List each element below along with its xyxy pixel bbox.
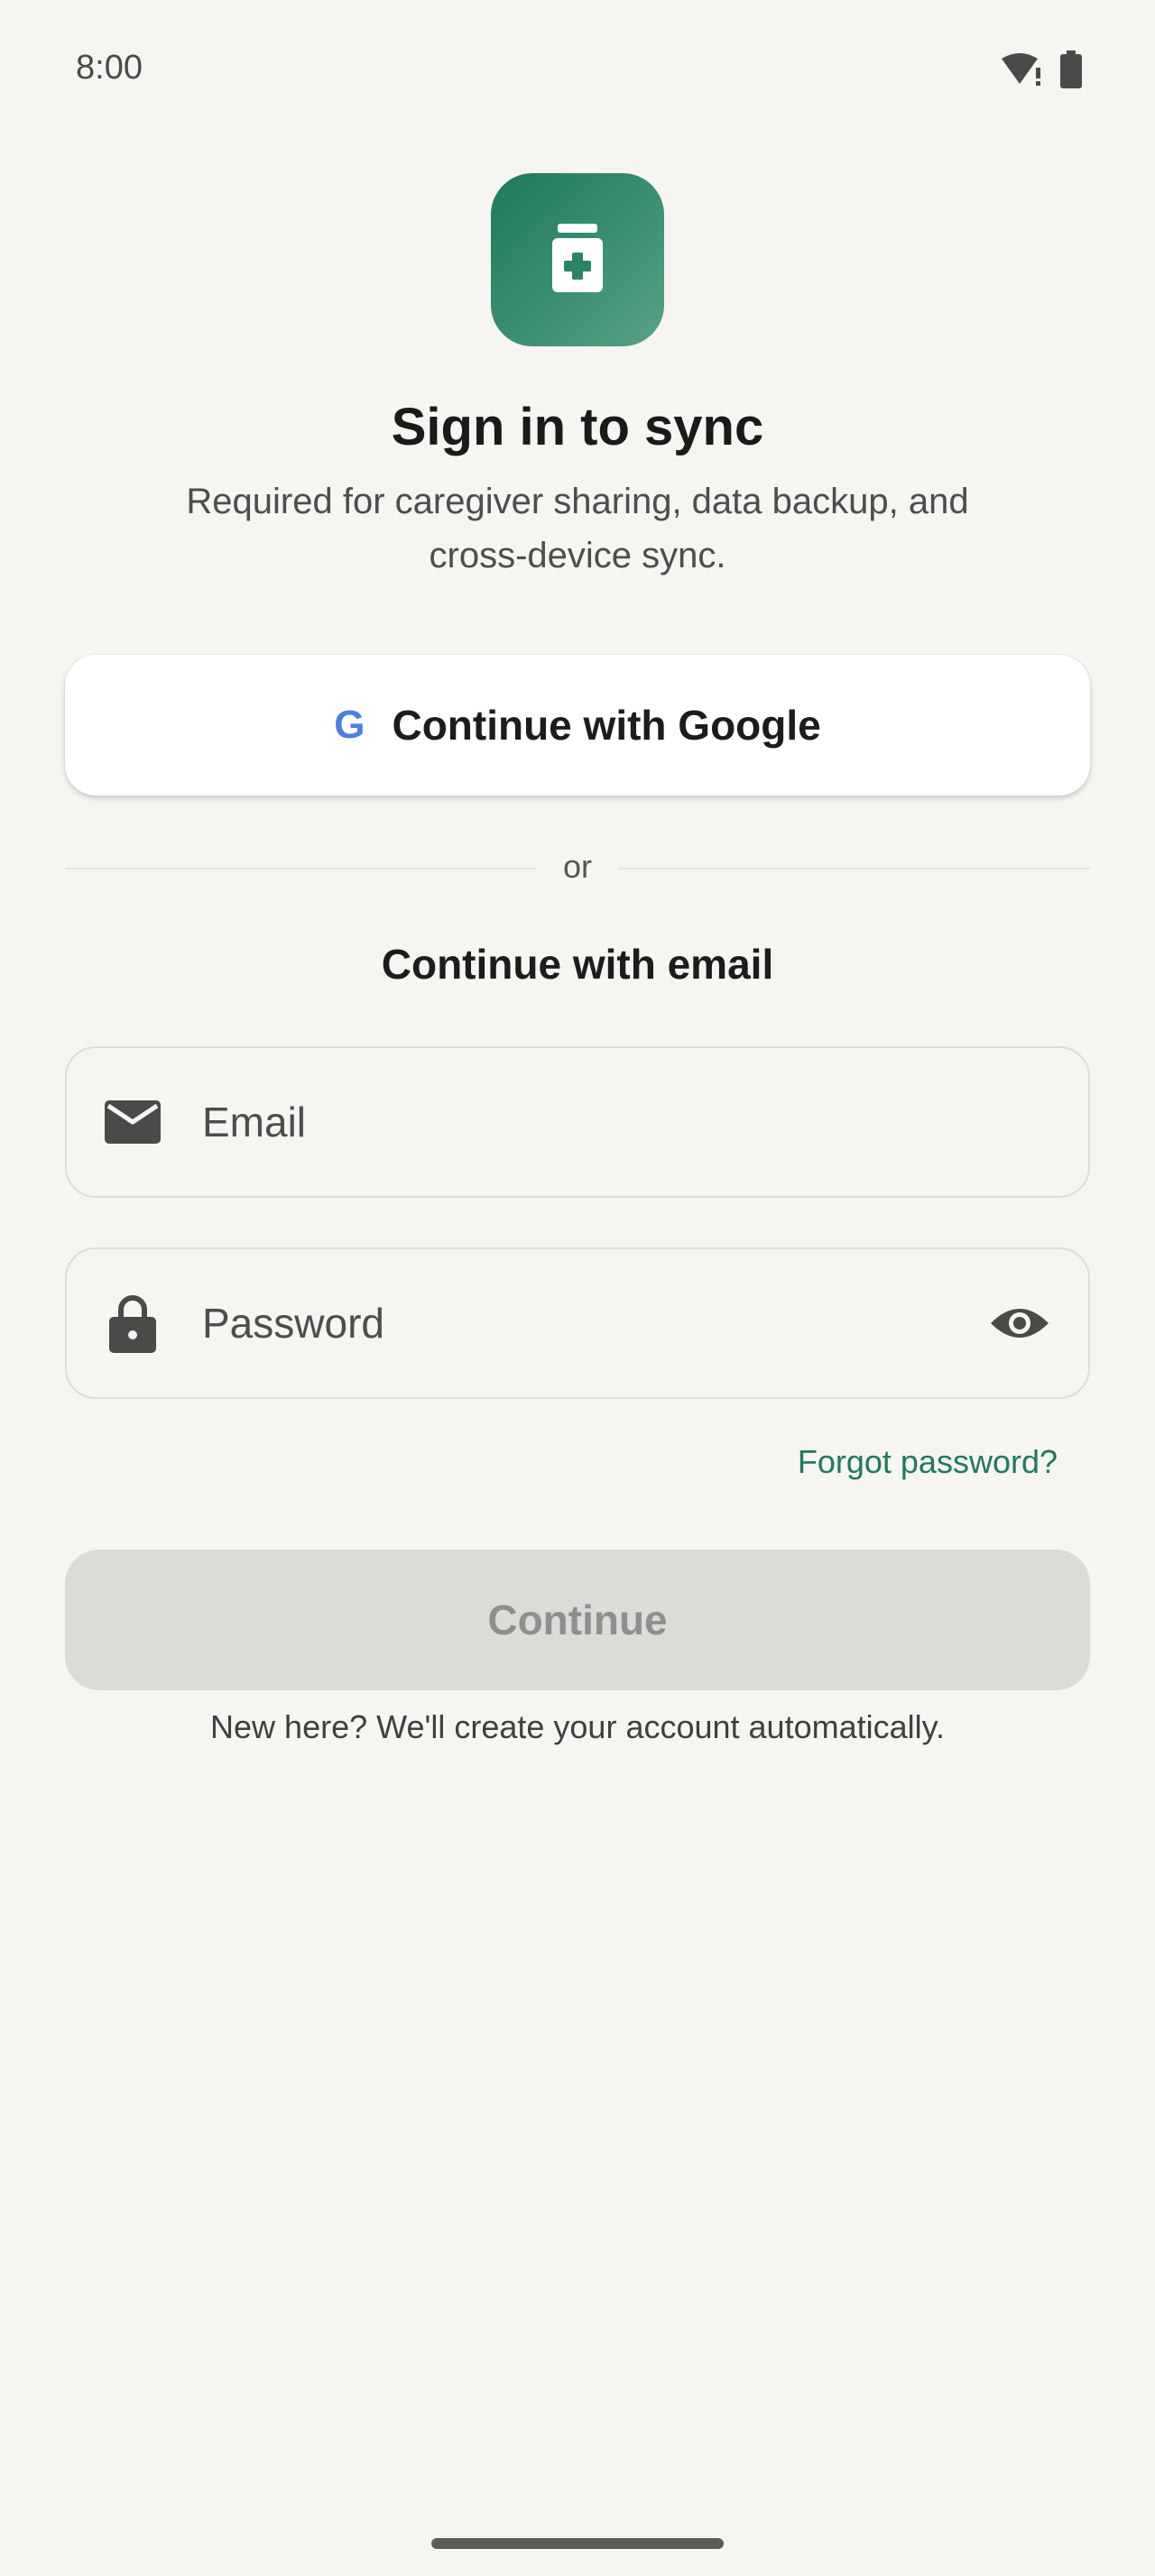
- medicine-bottle-icon: [550, 223, 605, 297]
- page-title: Sign in to sync: [391, 398, 764, 456]
- google-button-label: Continue with Google: [392, 702, 821, 749]
- lock-icon: [101, 1293, 164, 1353]
- home-indicator[interactable]: [431, 2538, 724, 2549]
- email-section-heading: Continue with email: [381, 941, 774, 988]
- email-input[interactable]: [202, 1048, 1088, 1196]
- divider-label: or: [0, 848, 1155, 886]
- google-icon: G: [334, 703, 365, 747]
- forgot-password-link[interactable]: Forgot password?: [798, 1443, 1058, 1481]
- mail-icon: [101, 1100, 164, 1144]
- continue-with-google-button[interactable]: G Continue with Google: [65, 655, 1090, 796]
- sign-in-screen: 8:00 Sign in to sync Required for caregi…: [0, 0, 1155, 2576]
- email-field[interactable]: [65, 1046, 1090, 1198]
- app-logo: [491, 173, 664, 346]
- page-subtitle: Required for caregiver sharing, data bac…: [186, 482, 969, 575]
- eye-icon[interactable]: [984, 1303, 1056, 1343]
- password-input[interactable]: [202, 1249, 984, 1397]
- auto-account-note: New here? We'll create your account auto…: [210, 1708, 945, 1745]
- status-bar: 8:00: [0, 0, 1155, 135]
- continue-button[interactable]: Continue: [65, 1550, 1090, 1690]
- wifi-alert-icon: [1000, 51, 1043, 92]
- status-time: 8:00: [76, 49, 143, 87]
- battery-icon: [1059, 51, 1083, 93]
- password-field[interactable]: [65, 1247, 1090, 1399]
- status-icons: [1000, 51, 1083, 93]
